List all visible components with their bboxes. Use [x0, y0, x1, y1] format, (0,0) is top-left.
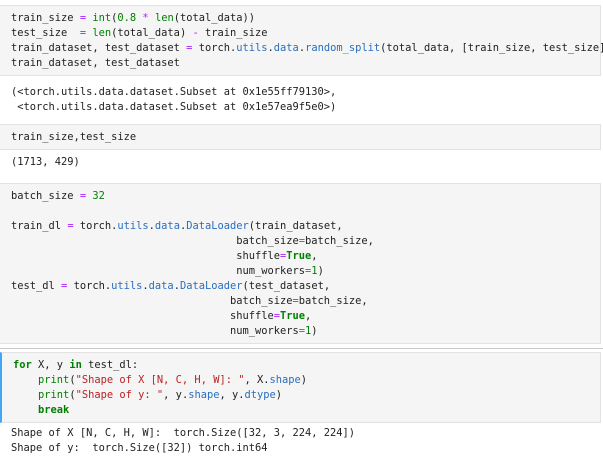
code-token: train_size,test_size — [11, 131, 137, 143]
code-token: * — [136, 12, 155, 24]
code-token: shape — [269, 374, 301, 386]
code-line: num_workers=1) — [11, 324, 318, 339]
code-token: train_size — [198, 27, 268, 39]
code-token: , y. — [163, 389, 189, 401]
code-token: utils — [111, 280, 143, 292]
code-token: data — [273, 42, 299, 54]
code-token: data — [154, 220, 180, 232]
code-token: utils — [236, 42, 268, 54]
code-token: (train_dataset, — [248, 220, 343, 232]
code-token: train_size — [11, 12, 74, 24]
code-token: = — [73, 12, 93, 24]
code-token: DataLoader — [186, 220, 249, 232]
code-token: batch_size — [11, 235, 299, 247]
output-line: (1713, 429) — [11, 156, 80, 168]
output-line: Shape of y: torch.Size([32]) torch.int64 — [11, 442, 268, 454]
code-token: train_dl — [11, 220, 68, 232]
code-token: 0.8 — [117, 12, 137, 24]
output-line: Shape of X [N, C, H, W]: torch.Size([32,… — [11, 427, 356, 439]
code-token: (total_data)) — [173, 12, 256, 24]
code-token: torch. — [192, 42, 237, 54]
code-cell-shapes[interactable]: for X, y in test_dl: print("Shape of X [… — [0, 352, 601, 423]
code-token: "Shape of y: " — [75, 389, 164, 401]
code-token: for — [13, 359, 32, 371]
code-token: (total_data, [train_size, test_size]) — [380, 42, 603, 54]
code-token: batch_size — [11, 295, 293, 307]
code-token: = — [73, 27, 93, 39]
code-token: ) — [275, 389, 283, 401]
output-sizes: (1713, 429) — [11, 155, 80, 170]
code-token: ) — [300, 374, 308, 386]
code-token: torch. — [73, 220, 118, 232]
code-token: data — [148, 280, 174, 292]
code-line: batch_size=batch_size, — [11, 234, 374, 249]
code-line: test_dl = torch.utils.data.DataLoader(te… — [11, 279, 330, 294]
code-token: (total_data) — [111, 27, 193, 39]
code-token: True — [280, 310, 306, 322]
output-random-split: (<torch.utils.data.dataset.Subset at 0x1… — [11, 85, 336, 115]
code-token: int — [92, 12, 112, 24]
code-line: break — [13, 403, 69, 418]
code-token: ) — [311, 325, 318, 337]
code-token: train_dataset, test_dataset — [11, 57, 180, 69]
code-token: len — [154, 12, 174, 24]
code-line: for X, y in test_dl: — [13, 358, 138, 373]
code-cell-sizes[interactable]: train_size,test_size — [0, 124, 601, 150]
code-line: print("Shape of y: ", y.shape, y.dtype) — [13, 388, 282, 403]
code-line: batch_size = 32 — [11, 189, 105, 204]
code-token: shuffle — [11, 310, 274, 322]
code-token: batch_size, — [298, 295, 368, 307]
code-token: , y. — [219, 389, 245, 401]
output-shapes: Shape of X [N, C, H, W]: torch.Size([32,… — [11, 426, 355, 456]
code-cell-random-split[interactable]: train_size = int(0.8 * len(total_data)) t… — [0, 5, 603, 76]
code-token: "Shape of X [N, C, H, W]: " — [75, 374, 245, 386]
code-line: shuffle=True, — [11, 309, 311, 324]
code-token: random_split — [305, 42, 381, 54]
code-token: batch_size — [11, 190, 80, 202]
code-token: test_dl: — [81, 359, 139, 371]
code-token: dtype — [244, 389, 276, 401]
code-token: shuffle — [11, 250, 280, 262]
code-token: , — [311, 250, 318, 262]
code-token: (test_dataset, — [242, 280, 331, 292]
code-line: shuffle=True, — [11, 249, 318, 264]
code-token: num_workers — [11, 265, 306, 277]
code-token: DataLoader — [179, 280, 243, 292]
cell-divider — [0, 348, 603, 349]
code-line: print("Shape of X [N, C, H, W]: ", X.sha… — [13, 373, 307, 388]
code-token: test_size — [11, 27, 74, 39]
code-token: torch. — [67, 280, 112, 292]
code-token: test_dl — [11, 280, 62, 292]
code-token: num_workers — [11, 325, 299, 337]
code-token: utils — [117, 220, 149, 232]
code-line: test_size = len(total_data) - train_size — [11, 26, 268, 41]
code-token: , X. — [244, 374, 270, 386]
code-token: len — [92, 27, 112, 39]
output-line: (<torch.utils.data.dataset.Subset at 0x1… — [11, 86, 337, 98]
code-token: X, y — [31, 359, 70, 371]
code-token: True — [286, 250, 312, 262]
code-token: ) — [317, 265, 324, 277]
code-cell-dataloaders[interactable]: batch_size = 32 train_dl = torch.utils.da… — [0, 183, 601, 344]
code-line: train_dataset, test_dataset = torch.util… — [11, 41, 603, 56]
code-token: batch_size, — [305, 235, 374, 247]
code-token: , — [305, 310, 312, 322]
code-token: print — [38, 374, 70, 386]
code-line: train_dataset, test_dataset — [11, 56, 180, 71]
code-token: 32 — [92, 190, 105, 202]
code-line: train_size,test_size — [11, 130, 136, 145]
code-token: print — [38, 389, 70, 401]
code-token: shape — [188, 389, 220, 401]
output-line: <torch.utils.data.dataset.Subset at 0x1e… — [11, 101, 337, 113]
code-line: train_dl = torch.utils.data.DataLoader(t… — [11, 219, 343, 234]
code-token: in — [69, 359, 82, 371]
code-line: train_size = int(0.8 * len(total_data)) — [11, 11, 255, 26]
code-line: batch_size=batch_size, — [11, 294, 368, 309]
code-token: break — [38, 404, 70, 416]
code-token: train_dataset, test_dataset — [11, 42, 187, 54]
code-line: num_workers=1) — [11, 264, 324, 279]
